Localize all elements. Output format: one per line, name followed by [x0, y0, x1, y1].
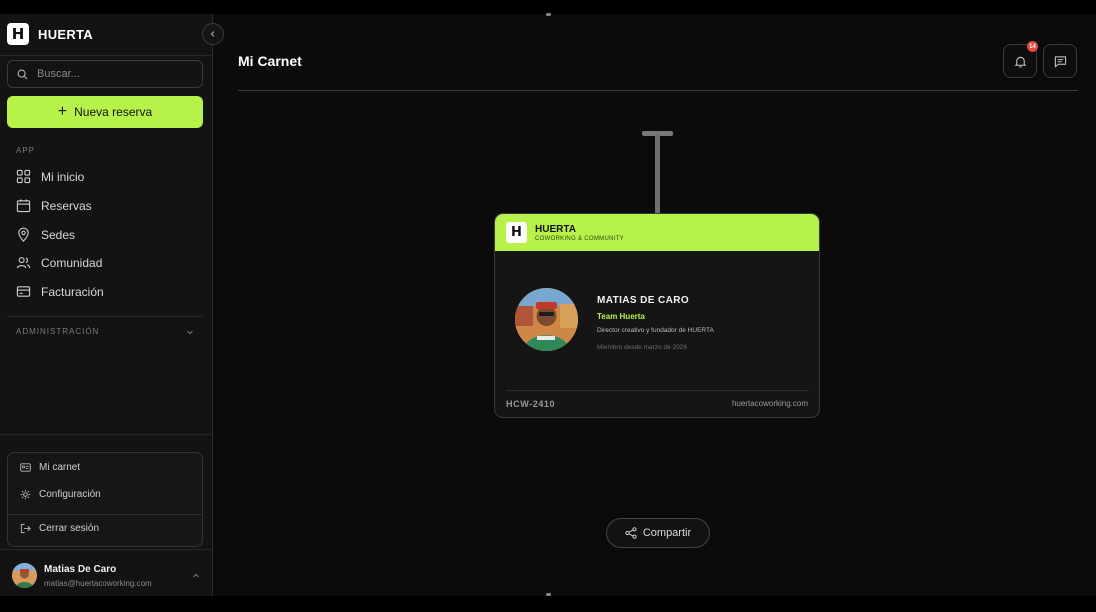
sidebar-divider — [0, 55, 213, 56]
nav-item-reservas[interactable]: Reservas — [16, 198, 92, 213]
huerta-logo-icon: H — [7, 23, 29, 45]
notifications-button[interactable]: 14 — [1003, 41, 1038, 78]
sidebar: H HUERTA + Nueva reserva APP Mi inicio R… — [0, 14, 213, 596]
sidebar-divider — [7, 316, 203, 317]
logout-icon — [20, 523, 31, 534]
user-account-switcher[interactable]: Matias De Caro matias@huertacoworking.co… — [12, 563, 200, 588]
header-divider — [238, 90, 1078, 91]
nav-item-comunidad[interactable]: Comunidad — [16, 255, 102, 270]
badge-header: H HUERTA COWORKING & COMMUNITY — [495, 214, 819, 251]
badge-subtitle: COWORKING & COMMUNITY — [535, 235, 624, 242]
badge-team: Team Huerta — [597, 312, 645, 321]
search-icon — [17, 69, 28, 80]
share-label: Compartir — [642, 527, 692, 539]
window-edge-marker — [546, 13, 551, 16]
dashboard-icon — [16, 169, 31, 184]
id-card-icon — [20, 463, 31, 472]
nav-item-facturacion[interactable]: Facturación — [16, 284, 104, 299]
users-icon — [16, 257, 31, 269]
calendar-icon — [16, 199, 31, 213]
sidebar-divider — [0, 549, 213, 550]
logout-button[interactable]: Cerrar sesión — [20, 523, 99, 534]
section-app-label: APP — [16, 146, 36, 155]
section-admin-label: ADMINISTRACIÓN — [16, 327, 100, 336]
bell-icon — [1014, 56, 1026, 68]
share-icon — [625, 527, 637, 539]
chevron-left-icon — [210, 31, 215, 37]
badge-member-name: MATIAS DE CARO — [597, 295, 690, 306]
chevron-up-icon — [193, 573, 199, 577]
user-email: matias@huertacoworking.com — [44, 578, 152, 588]
sidebar-divider — [0, 434, 213, 435]
menu-divider — [8, 514, 202, 515]
lanyard-strap — [655, 134, 660, 214]
page-title: Mi Carnet — [238, 53, 302, 69]
share-button[interactable]: Compartir — [606, 518, 710, 548]
member-badge-card: H HUERTA COWORKING & COMMUNITY MATIAS DE… — [494, 213, 820, 418]
admin-section-toggle[interactable]: ADMINISTRACIÓN — [16, 327, 194, 336]
avatar — [12, 563, 37, 588]
message-icon — [1054, 55, 1066, 68]
nav-item-label: Facturación — [41, 284, 104, 299]
badge-brand: HUERTA — [535, 223, 576, 235]
nav-item-sedes[interactable]: Sedes — [16, 227, 75, 242]
collapse-sidebar-button[interactable] — [202, 23, 224, 45]
menu-item-label: Configuración — [39, 489, 101, 500]
search-input[interactable] — [37, 68, 187, 80]
settings-icon — [20, 489, 31, 500]
huerta-logo-icon: H — [506, 222, 527, 243]
credit-card-icon — [16, 286, 31, 297]
messages-button[interactable] — [1043, 44, 1077, 78]
new-reservation-label: Nueva reserva — [74, 105, 153, 119]
menu-item-label: Mi carnet — [39, 462, 81, 473]
logout-label: Cerrar sesión — [39, 523, 100, 534]
badge-role: Director creativo y fundador de HUERTA — [597, 327, 714, 334]
badge-member-code: HCW-2410 — [506, 399, 556, 409]
menu-item-mi-carnet[interactable]: Mi carnet — [20, 462, 80, 473]
badge-divider — [506, 390, 809, 391]
nav-item-label: Sedes — [41, 227, 76, 242]
brand-name: HUERTA — [38, 26, 93, 42]
nav-item-mi-inicio[interactable]: Mi inicio — [16, 169, 84, 184]
user-name: Matias De Caro — [44, 563, 117, 575]
nav-item-label: Mi inicio — [41, 169, 85, 184]
chevron-down-icon — [187, 330, 193, 334]
nav-item-label: Comunidad — [41, 255, 103, 270]
map-pin-icon — [18, 227, 29, 242]
badge-photo — [515, 288, 578, 351]
brand[interactable]: H HUERTA — [7, 23, 93, 45]
badge-member-since: Miembro desde marzo de 2026 — [597, 344, 687, 351]
window-edge-marker — [546, 593, 551, 596]
menu-item-configuracion[interactable]: Configuración — [20, 489, 101, 500]
new-reservation-button[interactable]: + Nueva reserva — [7, 96, 203, 128]
search-field[interactable] — [7, 60, 203, 88]
user-menu-popup: Mi carnet Configuración Cerrar sesión — [7, 452, 203, 547]
notification-count-badge: 14 — [1027, 41, 1038, 52]
plus-icon: + — [57, 103, 68, 120]
badge-website: huertacoworking.com — [731, 399, 808, 408]
nav-item-label: Reservas — [41, 198, 92, 213]
